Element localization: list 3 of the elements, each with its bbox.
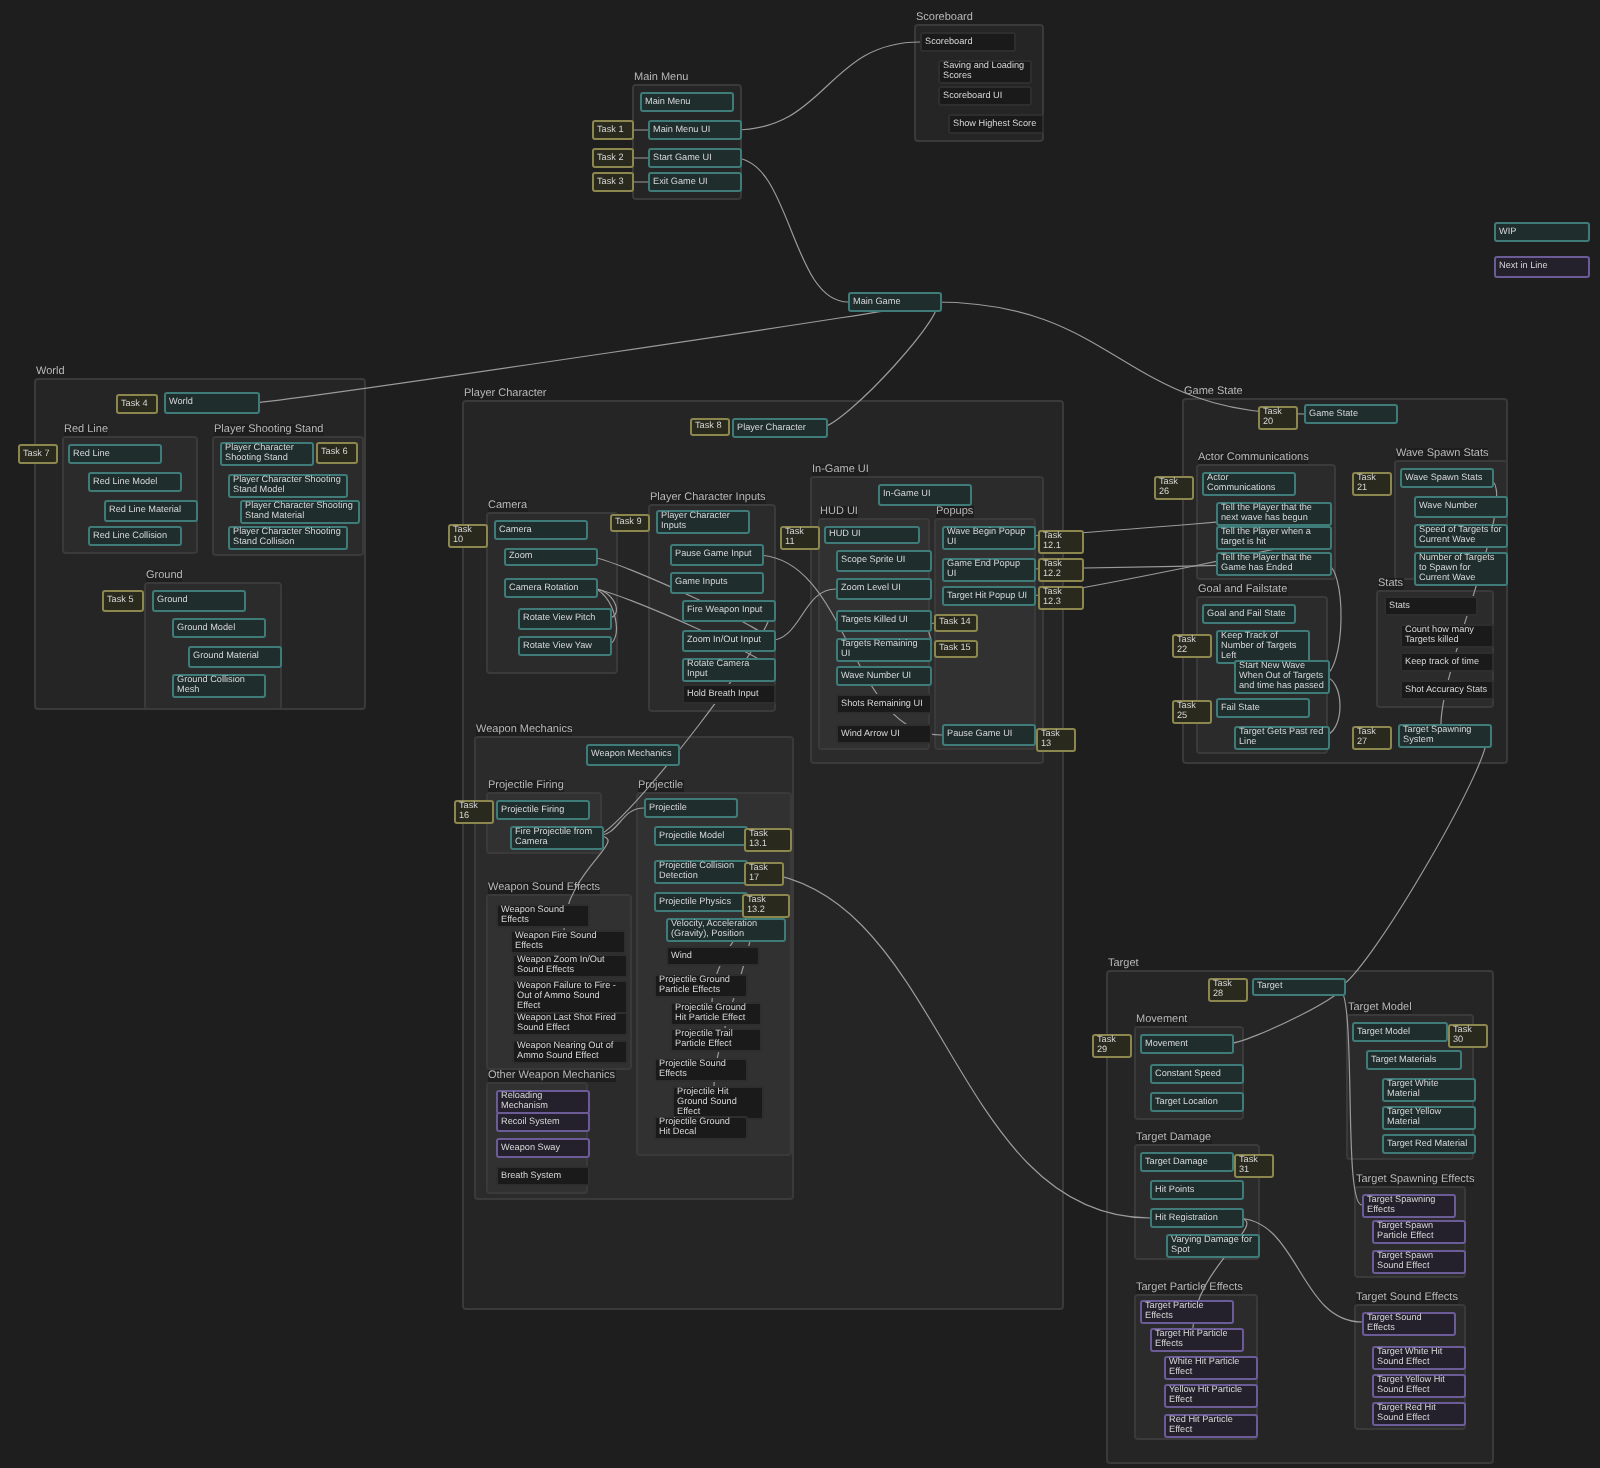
connector-line (629, 129, 649, 131)
connector-line (629, 181, 649, 183)
connector-line (629, 157, 649, 159)
